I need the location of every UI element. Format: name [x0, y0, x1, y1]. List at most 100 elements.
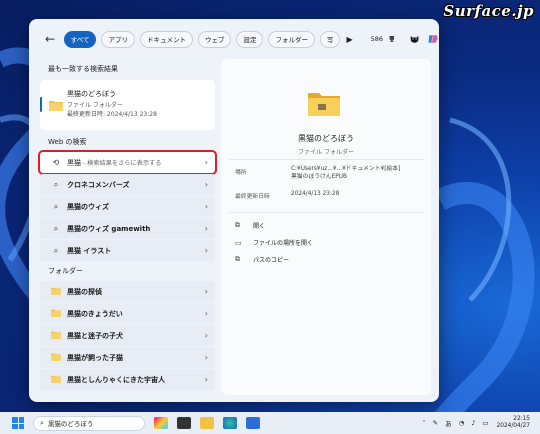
wifi-icon[interactable]: ◔ — [459, 419, 465, 427]
copy-icon: ⧉ — [235, 255, 240, 263]
chevron-up-icon[interactable]: ˄ — [422, 419, 425, 427]
file-explorer-icon[interactable] — [200, 417, 214, 429]
more-tabs-arrow-icon[interactable]: ▶ — [346, 35, 352, 44]
rewards-points: 586 — [370, 35, 384, 43]
selection-indicator — [40, 97, 42, 112]
folder-icon — [49, 101, 63, 111]
folder-result-label: 黒猫のきょうだい — [67, 309, 123, 318]
history-icon: ⟲ — [52, 158, 60, 167]
detail-pane: 黒猫のどろぼう ファイル フォルダー 場所 C:¥Users¥uz...¥...… — [221, 59, 431, 395]
action-open-location-label: ファイルの場所を開く — [253, 240, 314, 247]
chevron-right-icon: › — [204, 309, 208, 318]
tab-settings[interactable]: 設定 — [236, 30, 264, 48]
task-view-icon[interactable] — [177, 417, 191, 429]
edge-icon[interactable] — [223, 417, 237, 429]
back-arrow-icon[interactable]: ← — [45, 32, 56, 46]
folder-result-label: 黒猫としんりゃくにきた宇宙人 — [67, 375, 165, 384]
web-result-more[interactable]: ⟲ 黒猫 - 検索結果をさらに表示する › — [38, 150, 217, 175]
action-open-location[interactable]: ▭ ファイルの場所を開く — [235, 238, 314, 248]
watermark: Surface.jp — [443, 2, 534, 20]
web-result-query: 黒猫 — [67, 158, 81, 167]
chevron-right-icon: › — [204, 158, 208, 167]
divider — [229, 159, 423, 160]
chevron-right-icon: › — [204, 353, 208, 362]
tab-documents[interactable]: ドキュメント — [139, 30, 193, 48]
tab-apps[interactable]: アプリ — [101, 30, 135, 48]
best-match-card[interactable]: 黒猫のどろぼう ファイル フォルダー 最終更新日時: 2024/4/13 23:… — [40, 80, 215, 130]
copilot-icon[interactable] — [427, 31, 439, 47]
best-match-modified: 最終更新日時: 2024/4/13 23:28 — [67, 111, 157, 118]
web-result-item[interactable]: ⌕ 黒猫 イラスト › — [40, 240, 215, 261]
tab-folders[interactable]: フォルダー — [268, 30, 315, 48]
volume-icon[interactable]: ♪ — [471, 419, 475, 427]
taskbar: ⌕ 黒猫のどろぼう ˄ ✎ あ ◔ ♪ ▭ 22:15 2024/04/27 — [0, 412, 540, 434]
web-result-item[interactable]: ⌕ 黒猫のウィズ › — [40, 196, 215, 217]
tab-all[interactable]: すべて — [63, 30, 97, 48]
battery-icon[interactable]: ▭ — [482, 419, 488, 427]
windows-start-icon[interactable] — [12, 417, 24, 429]
action-open[interactable]: ⧉ 開く — [235, 221, 265, 230]
modified-label: 最終更新日時 — [235, 194, 270, 200]
action-copy-path-label: パスのコピー — [253, 257, 290, 264]
best-match-title: 黒猫のどろぼう — [67, 90, 116, 98]
folder-result-item[interactable]: 黒猫としんりゃくにきた宇宙人 › — [40, 369, 215, 390]
divider — [229, 212, 423, 213]
web-result-label: 黒猫のウィズ — [67, 202, 109, 211]
search-icon: ⌕ — [53, 201, 59, 211]
taskbar-search-text: 黒猫のどろぼう — [47, 420, 94, 428]
copilot-taskbar-icon[interactable] — [154, 417, 168, 429]
best-match-header: 最も一致する検索結果 — [48, 65, 118, 73]
search-icon: ⌕ — [53, 179, 59, 189]
store-icon[interactable] — [246, 417, 260, 429]
location-value-line-2: 黒猫のぼうけんEPUB — [291, 174, 347, 180]
results-list: 最も一致する検索結果 黒猫のどろぼう ファイル フォルダー 最終更新日時: 20… — [37, 59, 217, 402]
folder-result-item[interactable]: 黒猫と迷子の子犬 › — [40, 325, 215, 346]
location-value-line-1: C:¥Users¥uz...¥...¥ドキュメント¥[絵本] — [291, 166, 401, 172]
web-search-header: Web の検索 — [48, 138, 87, 146]
search-icon: ⌕ — [53, 245, 59, 255]
clock-date: 2024/04/27 — [496, 423, 530, 429]
folder-result-item[interactable]: 黒猫の探偵 › — [40, 281, 215, 302]
web-result-item[interactable]: ⌕ 黒猫のウィズ gamewith › — [40, 218, 215, 239]
ime-indicator[interactable]: あ — [445, 418, 452, 428]
chevron-right-icon: › — [204, 331, 208, 340]
folder-open-icon: ▭ — [235, 238, 242, 247]
chevron-right-icon: › — [204, 224, 208, 233]
action-copy-path[interactable]: ⧉ パスのコピー — [235, 255, 289, 264]
action-open-label: 開く — [253, 223, 266, 230]
modified-value: 2024/4/13 23:28 — [291, 191, 340, 197]
web-result-label: クロネコメンバーズ — [67, 180, 130, 189]
location-value: C:¥Users¥uz...¥...¥ドキュメント¥[絵本] 黒猫のぼうけんEP… — [291, 165, 400, 181]
trophy-icon[interactable] — [388, 34, 396, 44]
chevron-right-icon: › — [204, 180, 208, 189]
folder-large-icon — [308, 93, 340, 116]
pen-icon[interactable]: ✎ — [433, 419, 438, 427]
web-result-item[interactable]: ⌕ クロネコメンバーズ › — [40, 174, 215, 195]
folder-icon — [50, 287, 62, 297]
best-match-type: ファイル フォルダー — [67, 102, 123, 109]
detail-title: 黒猫のどろぼう — [298, 134, 354, 143]
open-icon: ⧉ — [235, 221, 240, 229]
cat-avatar-icon[interactable] — [410, 34, 419, 44]
chevron-right-icon: › — [204, 202, 208, 211]
folder-result-item[interactable]: 黒猫のきょうだい › — [40, 303, 215, 324]
search-icon: ⌕ — [40, 418, 44, 427]
chevron-right-icon: › — [204, 287, 208, 296]
web-result-label: 黒猫 イラスト — [67, 246, 112, 255]
folder-result-label: 黒猫の探偵 — [67, 287, 102, 296]
folders-header: フォルダー — [48, 267, 83, 275]
folder-icon — [50, 375, 62, 385]
search-filter-bar: ← すべて アプリ ドキュメント ウェブ 設定 フォルダー 写 ▶ 586 — [29, 19, 439, 59]
taskbar-search-box[interactable]: ⌕ 黒猫のどろぼう — [33, 415, 145, 431]
web-result-label: 黒猫のウィズ gamewith — [67, 224, 151, 233]
folder-result-label: 黒猫と迷子の子犬 — [67, 331, 123, 340]
location-label: 場所 — [235, 170, 247, 176]
folder-result-item[interactable]: 黒猫が飼った子猫 › — [40, 347, 215, 368]
tab-web[interactable]: ウェブ — [197, 30, 232, 48]
clock[interactable]: 22:15 2024/04/27 — [497, 416, 530, 430]
folder-result-label: 黒猫が飼った子猫 — [67, 353, 123, 362]
folder-icon — [50, 353, 62, 363]
web-result-hint: - 検索結果をさらに表示する — [81, 159, 162, 167]
search-icon: ⌕ — [53, 223, 59, 233]
tab-photos[interactable]: 写 — [319, 30, 341, 48]
